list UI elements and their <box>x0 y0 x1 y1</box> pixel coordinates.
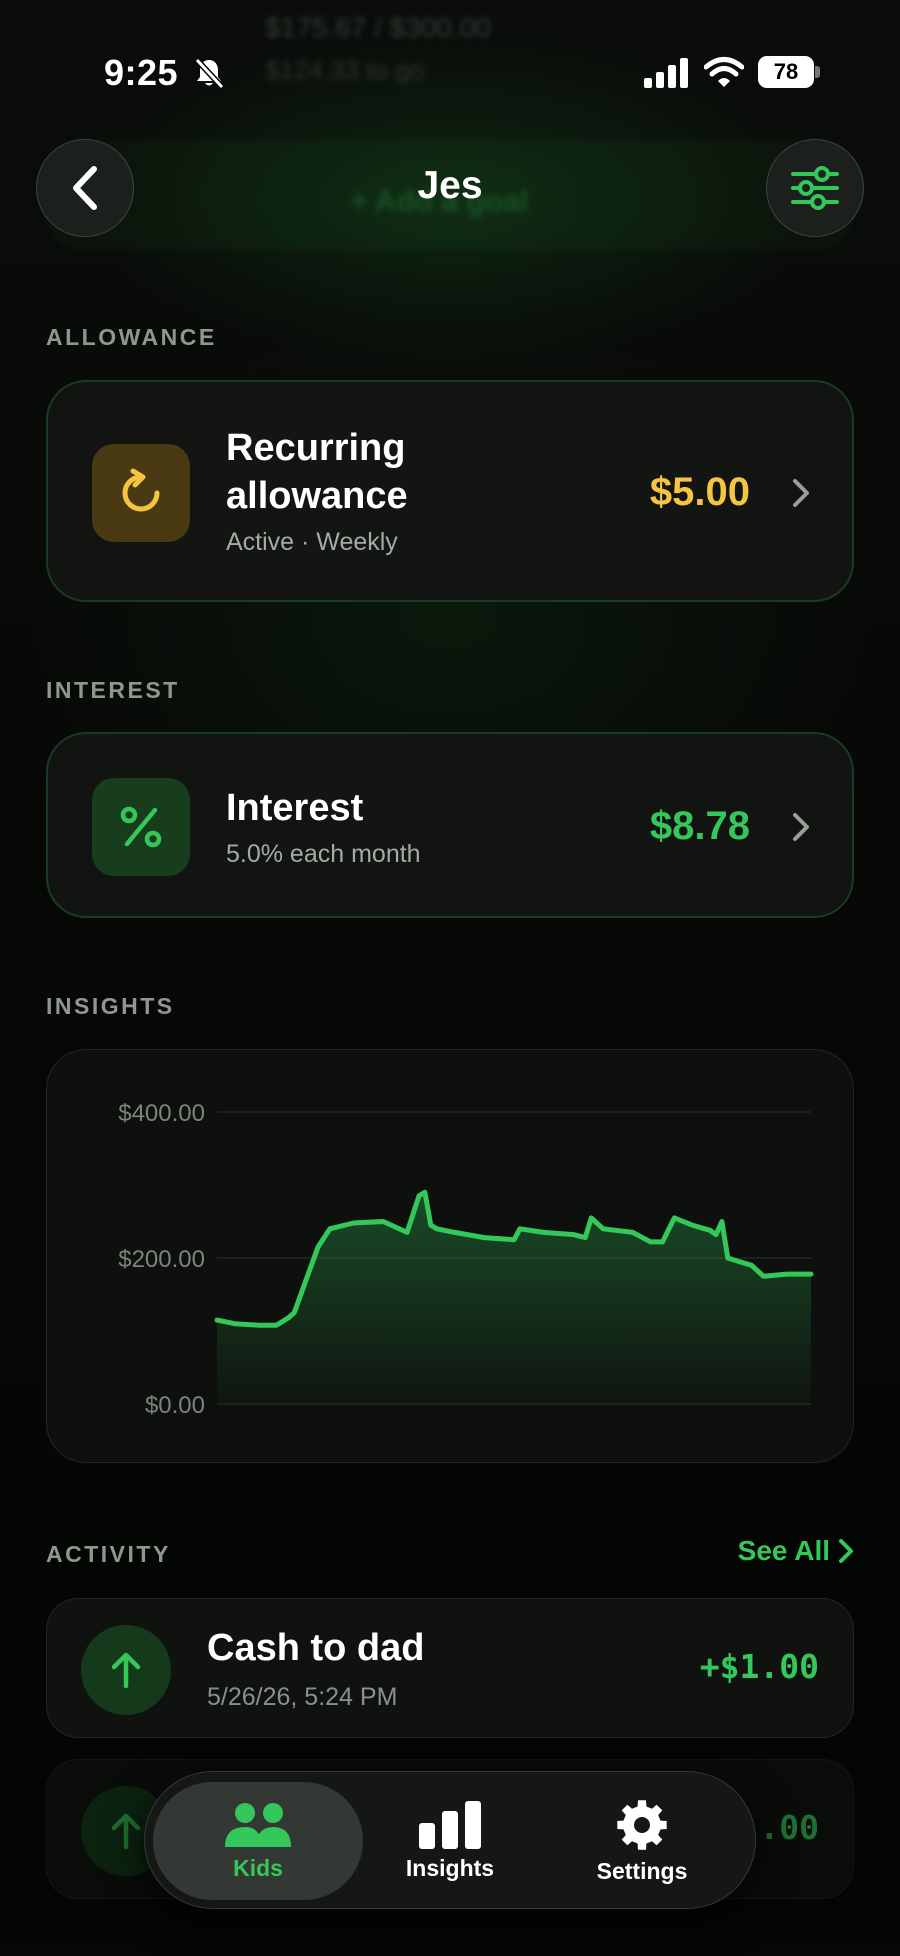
see-all-label: See All <box>737 1535 830 1566</box>
people-icon <box>225 1802 291 1847</box>
balance-chart: $400.00 $200.00 $0.00 <box>118 1100 814 1419</box>
y-tick-label: $400.00 <box>118 1100 205 1127</box>
chevron-right-icon <box>793 813 809 841</box>
interest-section-label: INTEREST <box>46 677 180 703</box>
allowance-status: Active · Weekly <box>226 528 398 556</box>
percent-icon <box>120 806 162 848</box>
status-time: 9:25 <box>104 52 179 93</box>
chevron-right-icon <box>839 1539 853 1563</box>
activity-item[interactable]: Cash to dad 5/26/26, 5:24 PM +$1.00 <box>46 1598 854 1738</box>
interest-card[interactable]: Interest 5.0% each month $8.78 <box>46 732 854 918</box>
tab-bar: Kids Insights Settings <box>144 1771 756 1909</box>
chevron-right-icon <box>793 479 809 507</box>
allowance-icon-tile <box>92 444 190 542</box>
recurring-allowance-card[interactable]: Recurring allowance Active · Weekly $5.0… <box>46 380 854 602</box>
insights-section-label: INSIGHTS <box>46 993 175 1019</box>
wifi-icon <box>704 57 744 87</box>
interest-title: Interest <box>226 787 364 829</box>
activity-timestamp: 5/26/26, 5:24 PM <box>207 1683 398 1711</box>
interest-amount: $8.78 <box>649 804 750 848</box>
refresh-icon <box>122 468 160 512</box>
activity-amount: .00 <box>759 1808 819 1847</box>
battery-tip <box>815 66 820 78</box>
tab-label: Settings <box>596 1857 688 1884</box>
activity-amount: +$1.00 <box>699 1647 819 1686</box>
allowance-title-line2: allowance <box>226 475 408 517</box>
chevron-left-icon <box>73 166 97 210</box>
battery-level: 78 <box>758 56 814 88</box>
tab-settings[interactable]: Settings <box>537 1782 747 1900</box>
incoming-arrow-badge <box>81 1625 171 1715</box>
battery-indicator: 78 <box>758 56 820 88</box>
y-tick-label: $0.00 <box>145 1392 205 1419</box>
arrow-up-icon <box>111 1813 141 1850</box>
back-button[interactable] <box>36 139 134 237</box>
gear-icon <box>617 1799 667 1850</box>
bar-chart-icon <box>419 1800 481 1849</box>
tab-kids[interactable]: Kids <box>153 1782 363 1900</box>
status-bar: 9:25 78 <box>0 0 900 140</box>
balance-chart-card: $400.00 $200.00 $0.00 <box>46 1049 854 1463</box>
allowance-title-line1: Recurring <box>226 427 406 469</box>
bell-slash-icon <box>194 57 225 90</box>
tab-insights[interactable]: Insights <box>345 1782 555 1900</box>
activity-section-label: ACTIVITY <box>46 1541 171 1567</box>
allowance-amount: $5.00 <box>649 470 750 514</box>
page-title: Jes <box>417 164 483 207</box>
see-all-link[interactable]: See All <box>738 1535 854 1567</box>
y-tick-label: $200.00 <box>118 1246 205 1273</box>
arrow-up-icon <box>111 1652 141 1689</box>
sliders-icon <box>791 166 839 210</box>
activity-title: Cash to dad <box>207 1627 425 1669</box>
allowance-section-label: ALLOWANCE <box>46 324 217 350</box>
cellular-signal-icon <box>644 58 688 88</box>
interest-icon-tile <box>92 778 190 876</box>
filter-button[interactable] <box>766 139 864 237</box>
tab-label: Insights <box>405 1854 495 1881</box>
interest-rate: 5.0% each month <box>226 840 421 868</box>
tab-label: Kids <box>233 1854 283 1881</box>
